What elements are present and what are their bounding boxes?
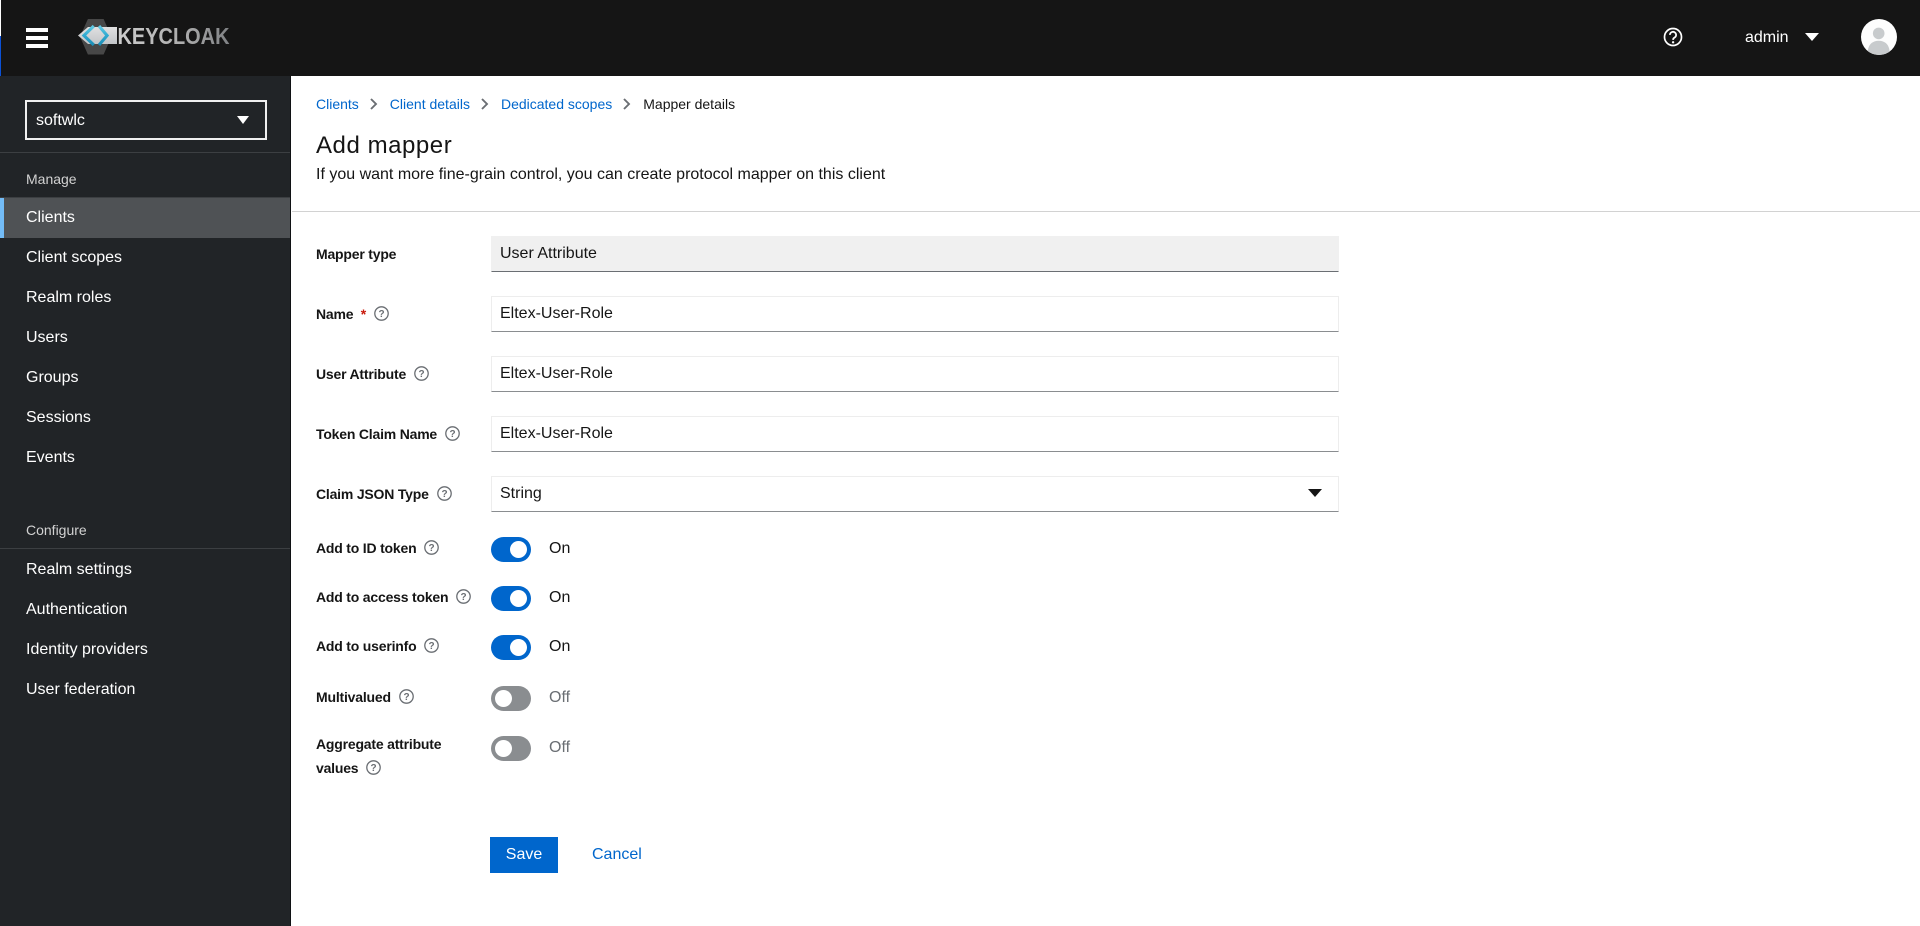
svg-text:?: ? <box>461 592 467 603</box>
svg-text:KEYCLOAK: KEYCLOAK <box>118 23 230 49</box>
svg-text:?: ? <box>371 763 377 774</box>
svg-text:?: ? <box>450 429 456 440</box>
svg-text:?: ? <box>429 543 435 554</box>
svg-text:?: ? <box>379 309 385 320</box>
svg-text:?: ? <box>403 692 409 703</box>
svg-text:?: ? <box>419 369 425 380</box>
svg-text:?: ? <box>441 489 447 500</box>
svg-text:?: ? <box>429 641 435 652</box>
